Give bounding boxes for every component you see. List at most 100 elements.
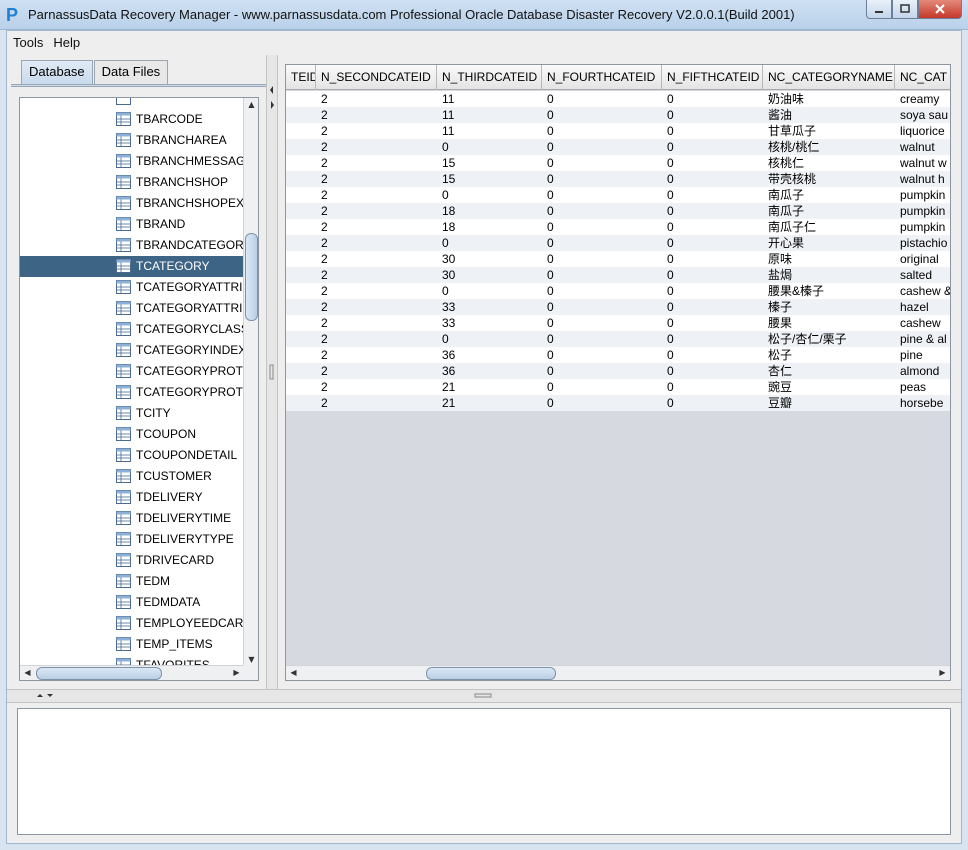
tree-item[interactable]: TBRANDCATEGOR xyxy=(20,235,244,256)
table-cell: 2 xyxy=(321,172,328,186)
table-row[interactable]: 2 30 0 0 盐焗 salted xyxy=(286,267,950,283)
scroll-down-icon[interactable]: ▼ xyxy=(244,655,258,664)
scroll-right-icon[interactable]: ▶ xyxy=(229,668,244,677)
table-cell: 0 xyxy=(667,220,674,234)
tree-item[interactable]: TCOUPONDETAIL xyxy=(20,445,244,466)
tab-database[interactable]: Database xyxy=(21,60,93,84)
table-cell: 0 xyxy=(547,284,554,298)
table-cell: 0 xyxy=(547,300,554,314)
table-row[interactable]: 2 36 0 0 杏仁 almond xyxy=(286,363,950,379)
scroll-left-icon[interactable]: ◀ xyxy=(286,668,301,677)
split-divider-vertical[interactable] xyxy=(266,55,278,689)
table-cell: 核桃/桃仁 xyxy=(768,140,820,154)
table-cell xyxy=(291,203,316,219)
table-cell xyxy=(291,123,316,139)
table-row[interactable]: 2 36 0 0 松子 pine xyxy=(286,347,950,363)
tree-item[interactable]: TBRANCHSHOPEX xyxy=(20,193,244,214)
table-row[interactable]: 2 11 0 0 甘草瓜子 liquorice xyxy=(286,123,950,139)
table-icon xyxy=(116,343,131,357)
table-horizontal-scroll-thumb[interactable] xyxy=(426,667,556,680)
table-cell: 南瓜子 xyxy=(768,188,805,202)
table-cell: 2 xyxy=(321,364,328,378)
table-cell: 南瓜子 xyxy=(768,204,805,218)
table-cell: 21 xyxy=(442,380,456,394)
tree-item[interactable]: TCATEGORYINDEX xyxy=(20,340,244,361)
table-row[interactable]: 2 21 0 0 豆瓣 horsebe xyxy=(286,395,950,411)
column-header[interactable]: N_FIFTHCATEID xyxy=(662,65,763,90)
table-row[interactable]: 2 0 0 0 腰果&榛子 cashew & xyxy=(286,283,950,299)
tree-item[interactable]: TBRANCHAREA xyxy=(20,130,244,151)
column-header[interactable]: TEID xyxy=(286,65,316,90)
table-row[interactable]: 2 15 0 0 带壳核桃 walnut h xyxy=(286,171,950,187)
tree-item[interactable]: TBRAND xyxy=(20,214,244,235)
tree-item[interactable]: TBRANCHMESSAG xyxy=(20,151,244,172)
main-frame: Tools Help Database Data Files TBARCODE T… xyxy=(6,30,962,844)
table-row[interactable]: 2 18 0 0 南瓜子 pumpkin xyxy=(286,203,950,219)
tree-vertical-scrollbar[interactable]: ▲ ▼ xyxy=(243,98,258,666)
table-row[interactable]: 2 21 0 0 豌豆 peas xyxy=(286,379,950,395)
tree-item[interactable]: TDELIVERYTIME xyxy=(20,508,244,529)
table-row[interactable]: 2 15 0 0 核桃仁 walnut w xyxy=(286,155,950,171)
table-cell: 开心果 xyxy=(768,236,805,250)
tree-item[interactable]: TCATEGORYPROTI xyxy=(20,361,244,382)
tree-item[interactable]: TBRANCHSHOP xyxy=(20,172,244,193)
column-header[interactable]: N_THIRDCATEID xyxy=(437,65,542,90)
table-row[interactable]: 2 30 0 0 原味 original xyxy=(286,251,950,267)
close-icon[interactable] xyxy=(918,0,962,19)
scroll-corner xyxy=(243,665,258,680)
tree-item-label: TEDMDATA xyxy=(136,595,201,609)
tree-item[interactable]: TDRIVECARD xyxy=(20,550,244,571)
table-row[interactable]: 2 0 0 0 核桃/桃仁 walnut xyxy=(286,139,950,155)
tree-horizontal-scroll-thumb[interactable] xyxy=(36,667,162,680)
tree-item-label: TEMPLOYEEDCARI xyxy=(136,616,244,630)
menu-help[interactable]: Help xyxy=(53,35,80,50)
table-cell: soya sau xyxy=(900,108,949,122)
tree-item[interactable]: TDELIVERYTYPE xyxy=(20,529,244,550)
tree-item[interactable]: TEDMDATA xyxy=(20,592,244,613)
tree-item[interactable]: TCATEGORYPROTI xyxy=(20,382,244,403)
table-cell: 0 xyxy=(667,188,674,202)
table-row[interactable]: 2 0 0 0 南瓜子 pumpkin xyxy=(286,187,950,203)
column-header[interactable]: NC_CAT xyxy=(895,65,950,90)
tree-item[interactable]: TCITY xyxy=(20,403,244,424)
tree-item[interactable]: TCATEGORYATTRI xyxy=(20,298,244,319)
tree-item[interactable]: TDELIVERY xyxy=(20,487,244,508)
maximize-icon[interactable] xyxy=(892,0,918,19)
tree-item[interactable]: TCOUPON xyxy=(20,424,244,445)
tree-item[interactable]: TCATEGORYCLASS xyxy=(20,319,244,340)
table-row[interactable]: 2 0 0 0 开心果 pistachio xyxy=(286,235,950,251)
column-header[interactable]: N_SECONDCATEID xyxy=(316,65,437,90)
tree-item[interactable]: TCUSTOMER xyxy=(20,466,244,487)
scroll-up-icon[interactable]: ▲ xyxy=(244,100,258,109)
table-cell: 腰果&榛子 xyxy=(768,284,825,298)
tree-horizontal-scrollbar[interactable]: ◀ ▶ xyxy=(20,665,244,680)
tree-item-label: TBARCODE xyxy=(136,112,203,126)
table-row[interactable]: 2 18 0 0 南瓜子仁 pumpkin xyxy=(286,219,950,235)
table-row[interactable]: 2 33 0 0 榛子 hazel xyxy=(286,299,950,315)
tree-vertical-scroll-thumb[interactable] xyxy=(245,233,258,321)
column-header[interactable]: N_FOURTHCATEID xyxy=(542,65,662,90)
tree-item[interactable]: TCATEGORYATTRI xyxy=(20,277,244,298)
split-divider-horizontal[interactable] xyxy=(7,689,961,703)
table-cell: pistachio xyxy=(900,236,948,250)
column-header[interactable]: NC_CATEGORYNAME xyxy=(763,65,895,90)
scroll-right-icon[interactable]: ▶ xyxy=(935,668,950,677)
tree-item[interactable]: TBARCODE xyxy=(20,109,244,130)
table-horizontal-scrollbar[interactable]: ◀ ▶ xyxy=(286,665,950,680)
menu-tools[interactable]: Tools xyxy=(13,35,43,50)
table-row[interactable]: 2 11 0 0 奶油味 creamy xyxy=(286,91,950,107)
tree-item[interactable]: TEDM xyxy=(20,571,244,592)
tree-item[interactable]: TEMPLOYEEDCARI xyxy=(20,613,244,634)
table-row[interactable]: 2 33 0 0 腰果 cashew xyxy=(286,315,950,331)
table-row[interactable]: 2 11 0 0 酱油 soya sau xyxy=(286,107,950,123)
scroll-left-icon[interactable]: ◀ xyxy=(20,668,35,677)
tab-data-files[interactable]: Data Files xyxy=(93,60,169,84)
table-icon xyxy=(116,406,131,420)
tree-item[interactable]: TCATEGORY xyxy=(20,256,244,277)
log-output[interactable] xyxy=(17,708,951,835)
tree-item[interactable]: TEMP_ITEMS xyxy=(20,634,244,655)
table-cell: 33 xyxy=(442,316,456,330)
table-row[interactable]: 2 0 0 0 松子/杏仁/栗子 pine & al xyxy=(286,331,950,347)
minimize-icon[interactable] xyxy=(866,0,892,19)
table-cell: 0 xyxy=(547,156,554,170)
